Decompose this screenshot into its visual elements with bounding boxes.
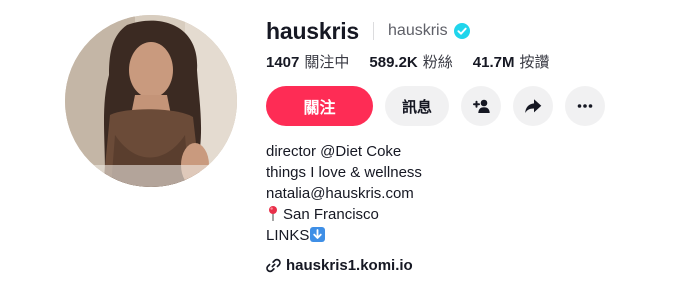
- add-friend-button[interactable]: [461, 86, 501, 126]
- stats-row: 1407 關注中 589.2K 粉絲 41.7M 按讚: [266, 50, 570, 72]
- profile-bio: director @Diet Coke things I love & well…: [266, 141, 422, 246]
- ellipsis-icon: [577, 104, 593, 108]
- bio-line-location: San Francisco: [266, 204, 422, 225]
- down-arrow-emoji-icon: [310, 227, 326, 242]
- message-button[interactable]: 訊息: [385, 86, 449, 126]
- share-button[interactable]: [513, 86, 553, 126]
- title-divider: [373, 22, 375, 40]
- following-count: 1407: [266, 53, 300, 71]
- profile-link-text[interactable]: hauskris1.komi.io: [286, 257, 413, 274]
- bio-line: natalia@hauskris.com: [266, 185, 414, 202]
- stat-likes: 41.7M 按讚: [473, 51, 550, 72]
- stat-following[interactable]: 1407 關注中: [266, 51, 349, 72]
- link-icon: [266, 258, 281, 272]
- avatar-photo: [65, 15, 237, 187]
- likes-count: 41.7M: [472, 53, 515, 71]
- person-plus-icon: [473, 99, 490, 113]
- bio-line-links: LINKS: [266, 225, 422, 246]
- stat-followers[interactable]: 589.2K 粉絲: [369, 51, 452, 72]
- pushpin-icon: [269, 206, 277, 221]
- location-text: San Francisco: [283, 206, 379, 223]
- verified-icon: [453, 23, 470, 39]
- profile-actions: 關注 訊息: [266, 86, 605, 126]
- likes-label: 按讚: [519, 53, 550, 71]
- bio-line: things I love & wellness: [266, 164, 422, 181]
- username: hauskris: [266, 17, 360, 44]
- links-text: LINKS: [266, 227, 310, 244]
- share-arrow-icon: [525, 99, 542, 113]
- profile-link[interactable]: hauskris1.komi.io: [266, 255, 413, 275]
- profile-title-row: hauskris hauskris: [266, 16, 470, 46]
- bio-line: director @Diet Coke: [266, 143, 402, 160]
- followers-label: 粉絲: [422, 53, 453, 71]
- followers-count: 589.2K: [369, 53, 418, 71]
- handle: hauskris: [388, 22, 448, 39]
- following-label: 關注中: [304, 53, 350, 71]
- avatar[interactable]: [65, 15, 237, 187]
- more-button[interactable]: [565, 86, 605, 126]
- follow-button[interactable]: 關注: [266, 86, 373, 126]
